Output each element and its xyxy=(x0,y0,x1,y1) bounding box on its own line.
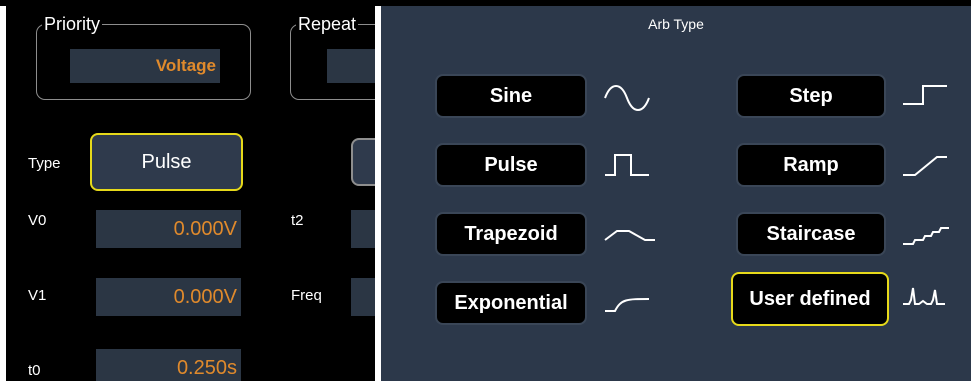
arb-type-dialog: Arb Type Sine Pulse Trapezoid Exponentia… xyxy=(381,6,971,381)
freq-field[interactable] xyxy=(351,278,375,316)
settings-panel: Priority Voltage Repeat Type Pulse V0 0.… xyxy=(6,6,375,381)
trapezoid-wave-icon xyxy=(603,218,663,252)
v0-field[interactable]: 0.000V xyxy=(96,210,241,248)
freq-label: Freq xyxy=(291,287,322,304)
exponential-wave-icon xyxy=(603,287,663,321)
priority-legend: Priority xyxy=(42,14,103,34)
priority-value[interactable]: Voltage xyxy=(70,49,220,83)
sine-wave-icon xyxy=(603,80,663,114)
arb-pulse-button[interactable]: Pulse xyxy=(435,143,587,187)
pulse-wave-icon xyxy=(603,149,663,183)
t2-field[interactable] xyxy=(351,210,375,248)
user-defined-wave-icon xyxy=(901,282,961,316)
arb-trapezoid-button[interactable]: Trapezoid xyxy=(435,212,587,256)
arb-sine-button[interactable]: Sine xyxy=(435,74,587,118)
arb-exponential-button[interactable]: Exponential xyxy=(435,281,587,325)
arb-ramp-button[interactable]: Ramp xyxy=(736,143,886,187)
repeat-group: Repeat xyxy=(290,14,375,100)
arb-step-button[interactable]: Step xyxy=(736,74,886,118)
v1-field[interactable]: 0.000V xyxy=(96,278,241,316)
type-label: Type xyxy=(28,155,61,172)
secondary-type-button[interactable] xyxy=(351,138,375,186)
repeat-legend: Repeat xyxy=(296,14,359,34)
type-pulse-button[interactable]: Pulse xyxy=(90,133,243,191)
t2-label: t2 xyxy=(291,212,304,229)
ramp-wave-icon xyxy=(901,149,961,183)
t0-field[interactable]: 0.250s xyxy=(96,349,241,381)
arb-user-defined-button[interactable]: User defined xyxy=(731,272,889,326)
arb-staircase-button[interactable]: Staircase xyxy=(736,212,886,256)
v0-label: V0 xyxy=(28,212,47,229)
staircase-wave-icon xyxy=(901,218,961,252)
v1-label: V1 xyxy=(28,287,47,304)
t0-label: t0 xyxy=(28,362,41,379)
repeat-value[interactable] xyxy=(327,49,375,83)
step-wave-icon xyxy=(901,80,961,114)
priority-group: Priority Voltage xyxy=(36,14,251,100)
dialog-title: Arb Type xyxy=(648,16,704,32)
